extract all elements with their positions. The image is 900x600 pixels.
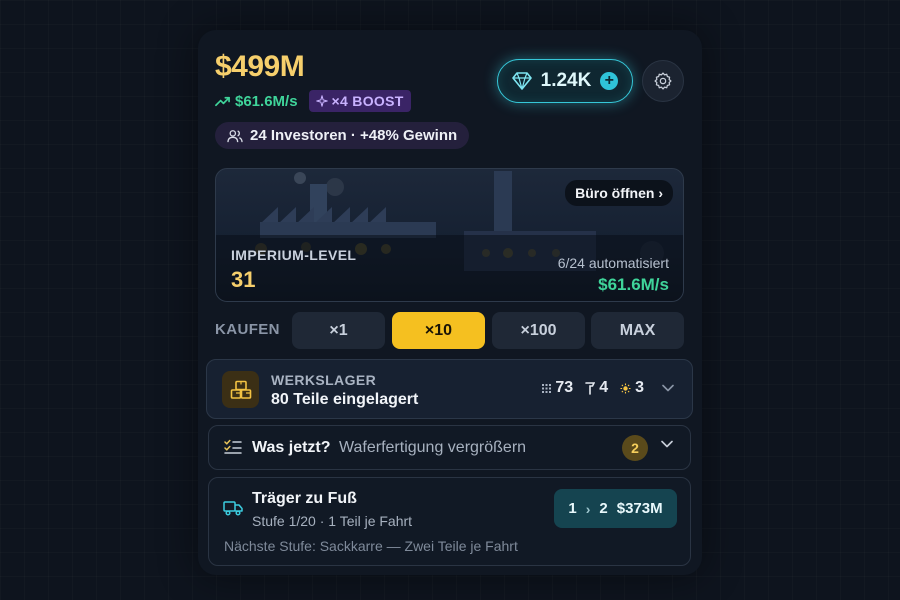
gems-button[interactable]: 1.24K +	[497, 59, 633, 103]
empire-level-label: IMPERIUM-LEVEL	[231, 247, 357, 263]
users-icon	[227, 129, 243, 142]
empire-level-value: 31	[231, 267, 256, 292]
buy-max-button[interactable]: MAX	[591, 312, 684, 349]
sparkle-icon	[315, 95, 328, 107]
grid-dots-icon	[542, 383, 552, 393]
income-rate: $61.6M/s	[215, 93, 298, 110]
empire-income-rate: $61.6M/s	[598, 275, 669, 294]
investors-label: 24 Investoren · +48% Gewinn	[250, 127, 458, 144]
chevron-right-icon: ›	[585, 500, 591, 517]
buy-x10-button[interactable]: ×10	[392, 312, 485, 349]
income-row: $61.6M/s ×4 BOOST	[215, 89, 411, 113]
gear-icon	[654, 72, 672, 90]
carrier-title: Träger zu Fuß	[252, 490, 357, 507]
income-rate-value: $61.6M/s	[235, 92, 298, 110]
storage-stat-pins-value: 4	[599, 379, 609, 396]
boost-badge[interactable]: ×4 BOOST	[308, 90, 411, 112]
upgrade-from-level: 1	[568, 500, 577, 517]
next-step-card[interactable]: Was jetzt? Waferfertigung vergrößern 2	[208, 425, 691, 470]
investors-badge[interactable]: 24 Investoren · +48% Gewinn	[215, 122, 470, 149]
upgrade-to-level: 2	[599, 500, 608, 517]
buy-x100-button[interactable]: ×100	[492, 312, 585, 349]
crate-icon	[222, 371, 259, 408]
storage-stats: 73 4 3	[542, 379, 674, 397]
chevron-down-icon[interactable]	[662, 384, 674, 392]
storage-stat-pins: 4	[585, 379, 608, 397]
carrier-next-level: Nächste Stufe: Sackkarre — Zwei Teile je…	[224, 538, 518, 554]
next-step-count-badge: 2	[622, 435, 648, 461]
open-office-button[interactable]: Büro öffnen ›	[565, 180, 673, 206]
carrier-card: Träger zu Fuß Stufe 1/20 · 1 Teil je Fah…	[208, 477, 691, 566]
storage-stat-parts-value: 73	[555, 379, 574, 396]
money-total: $499M	[215, 50, 305, 83]
diamond-icon	[511, 72, 532, 90]
storage-stat-chips: 3	[620, 379, 644, 397]
boost-label: ×4 BOOST	[331, 93, 404, 109]
storage-subtitle: 80 Teile eingelagert	[271, 391, 419, 408]
next-step-question: Was jetzt?	[252, 439, 331, 456]
upgrade-carrier-button[interactable]: 1 › 2 $373M	[554, 489, 677, 528]
next-step-text: Waferfertigung vergrößern	[339, 439, 527, 456]
carrier-subtitle: Stufe 1/20 · 1 Teil je Fahrt	[252, 513, 413, 529]
pin-icon	[585, 381, 596, 395]
storage-stat-chips-value: 3	[635, 379, 644, 396]
sun-chip-icon	[620, 382, 631, 394]
checklist-icon	[224, 439, 242, 454]
gems-count: 1.24K	[540, 70, 592, 91]
upgrade-cost: $373M	[616, 500, 663, 517]
buy-x1-button[interactable]: ×1	[292, 312, 385, 349]
trend-up-icon	[215, 96, 230, 106]
empire-card[interactable]: Büro öffnen › IMPERIUM-LEVEL 31 6/24 aut…	[215, 168, 684, 302]
buy-label: KAUFEN	[215, 321, 280, 338]
storage-title: WERKSLAGER	[271, 372, 377, 388]
truck-icon	[223, 501, 243, 516]
chevron-down-icon[interactable]	[661, 440, 673, 448]
plus-icon: +	[600, 72, 619, 90]
automation-status: 6/24 automatisiert	[557, 255, 669, 271]
settings-button[interactable]	[642, 60, 684, 102]
storage-stat-parts: 73	[542, 379, 573, 397]
storage-card[interactable]: WERKSLAGER 80 Teile eingelagert 73 4 3	[206, 359, 693, 419]
